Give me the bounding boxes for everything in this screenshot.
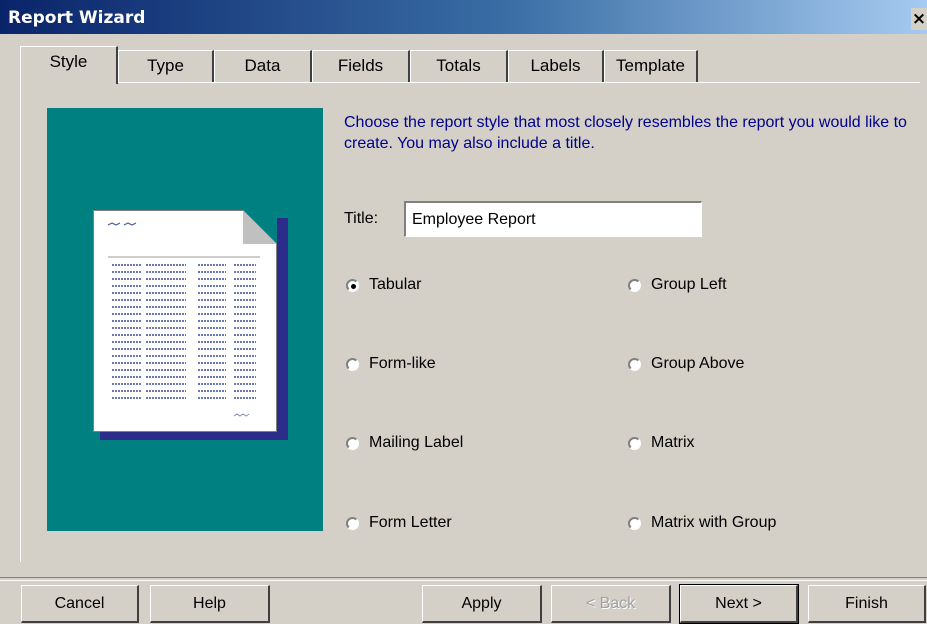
radio-unchecked-icon[interactable] [628, 516, 641, 530]
radio-unchecked-icon[interactable] [346, 357, 359, 371]
radio-group-above[interactable]: Group Above [628, 353, 744, 375]
close-button[interactable]: × [911, 8, 927, 30]
radio-group-left-label: Group Left [651, 276, 727, 293]
radio-unchecked-icon[interactable] [628, 357, 641, 371]
next-button[interactable]: Next > [679, 584, 799, 624]
help-button[interactable]: Help [150, 585, 270, 623]
tab-totals[interactable]: Totals [410, 50, 508, 82]
radio-matrix-with-group-label: Matrix with Group [651, 514, 777, 531]
radio-form-like[interactable]: Form-like [346, 353, 436, 375]
back-button[interactable]: < Back [551, 585, 671, 623]
page-fold [243, 210, 277, 244]
radio-unchecked-icon[interactable] [346, 516, 359, 530]
tab-strip: Style Type Data Fields Totals Labels Tem… [20, 46, 700, 84]
radio-unchecked-icon[interactable] [346, 436, 359, 450]
preview-report-page [93, 210, 277, 432]
radio-form-letter[interactable]: Form Letter [346, 512, 452, 534]
tab-labels[interactable]: Labels [508, 50, 604, 82]
instructions-text: Choose the report style that most closel… [344, 114, 907, 152]
radio-unchecked-icon[interactable] [628, 436, 641, 450]
tab-template[interactable]: Template [604, 50, 698, 82]
radio-checked-icon[interactable] [346, 278, 359, 292]
radio-matrix-with-group[interactable]: Matrix with Group [628, 512, 776, 534]
radio-matrix[interactable]: Matrix [628, 432, 695, 454]
tab-style[interactable]: Style [20, 46, 118, 84]
apply-button[interactable]: Apply [422, 585, 542, 623]
title-label: Title: [344, 210, 379, 227]
report-thumbnail-icon [107, 222, 260, 417]
radio-group-above-label: Group Above [651, 355, 745, 372]
window-title: Report Wizard [8, 8, 146, 28]
radio-form-like-label: Form-like [369, 355, 436, 372]
title-input[interactable] [404, 201, 702, 237]
tab-type[interactable]: Type [118, 50, 214, 82]
radio-tabular-label: Tabular [369, 276, 422, 293]
radio-matrix-label: Matrix [651, 434, 695, 451]
radio-mailing-label[interactable]: Mailing Label [346, 432, 463, 454]
radio-form-letter-label: Form Letter [369, 514, 452, 531]
finish-button[interactable]: Finish [808, 585, 926, 623]
button-divider [0, 577, 927, 581]
tab-fields[interactable]: Fields [312, 50, 410, 82]
radio-mailing-label-label: Mailing Label [369, 434, 464, 451]
title-bar: Report Wizard × [0, 0, 927, 34]
radio-group-left[interactable]: Group Left [628, 274, 727, 296]
tab-data[interactable]: Data [214, 50, 312, 82]
cancel-button[interactable]: Cancel [21, 585, 139, 623]
radio-tabular[interactable]: Tabular [346, 274, 421, 296]
radio-unchecked-icon[interactable] [628, 278, 641, 292]
